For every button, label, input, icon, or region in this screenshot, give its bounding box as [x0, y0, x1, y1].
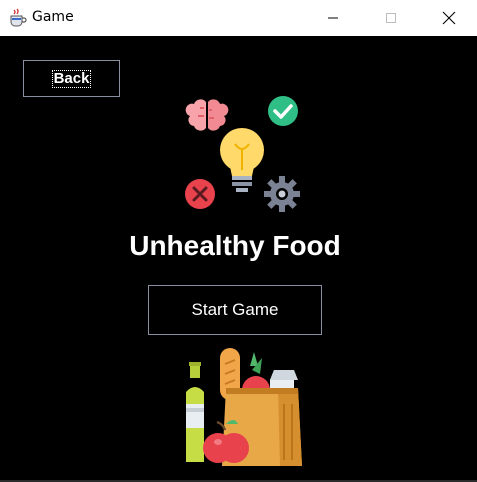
minimize-button[interactable] [310, 0, 356, 36]
minimize-icon [328, 17, 338, 19]
close-icon [442, 11, 456, 25]
maximize-icon [386, 13, 396, 23]
start-game-label: Start Game [191, 300, 279, 319]
page-title: Unhealthy Food [129, 230, 341, 261]
lightbulb-icon [220, 128, 264, 192]
back-button-label: Back [51, 69, 92, 88]
maximize-button[interactable] [368, 0, 414, 36]
close-button[interactable] [426, 0, 472, 36]
x-circle-icon [185, 179, 215, 209]
game-panel: Back Unhealthy Food Start Game [0, 36, 477, 482]
grocery-bag-icon [186, 348, 302, 466]
back-button[interactable]: Back [23, 60, 120, 97]
bottle-icon [186, 362, 204, 462]
gear-icon [264, 176, 300, 212]
window-title: Game [32, 9, 74, 25]
idea-lightbulb-icon [185, 96, 300, 212]
start-game-button[interactable]: Start Game [148, 285, 322, 335]
brain-icon [185, 99, 229, 131]
window-titlebar[interactable]: Game [0, 0, 477, 36]
java-cup-icon [8, 8, 27, 27]
check-circle-icon [268, 96, 298, 126]
